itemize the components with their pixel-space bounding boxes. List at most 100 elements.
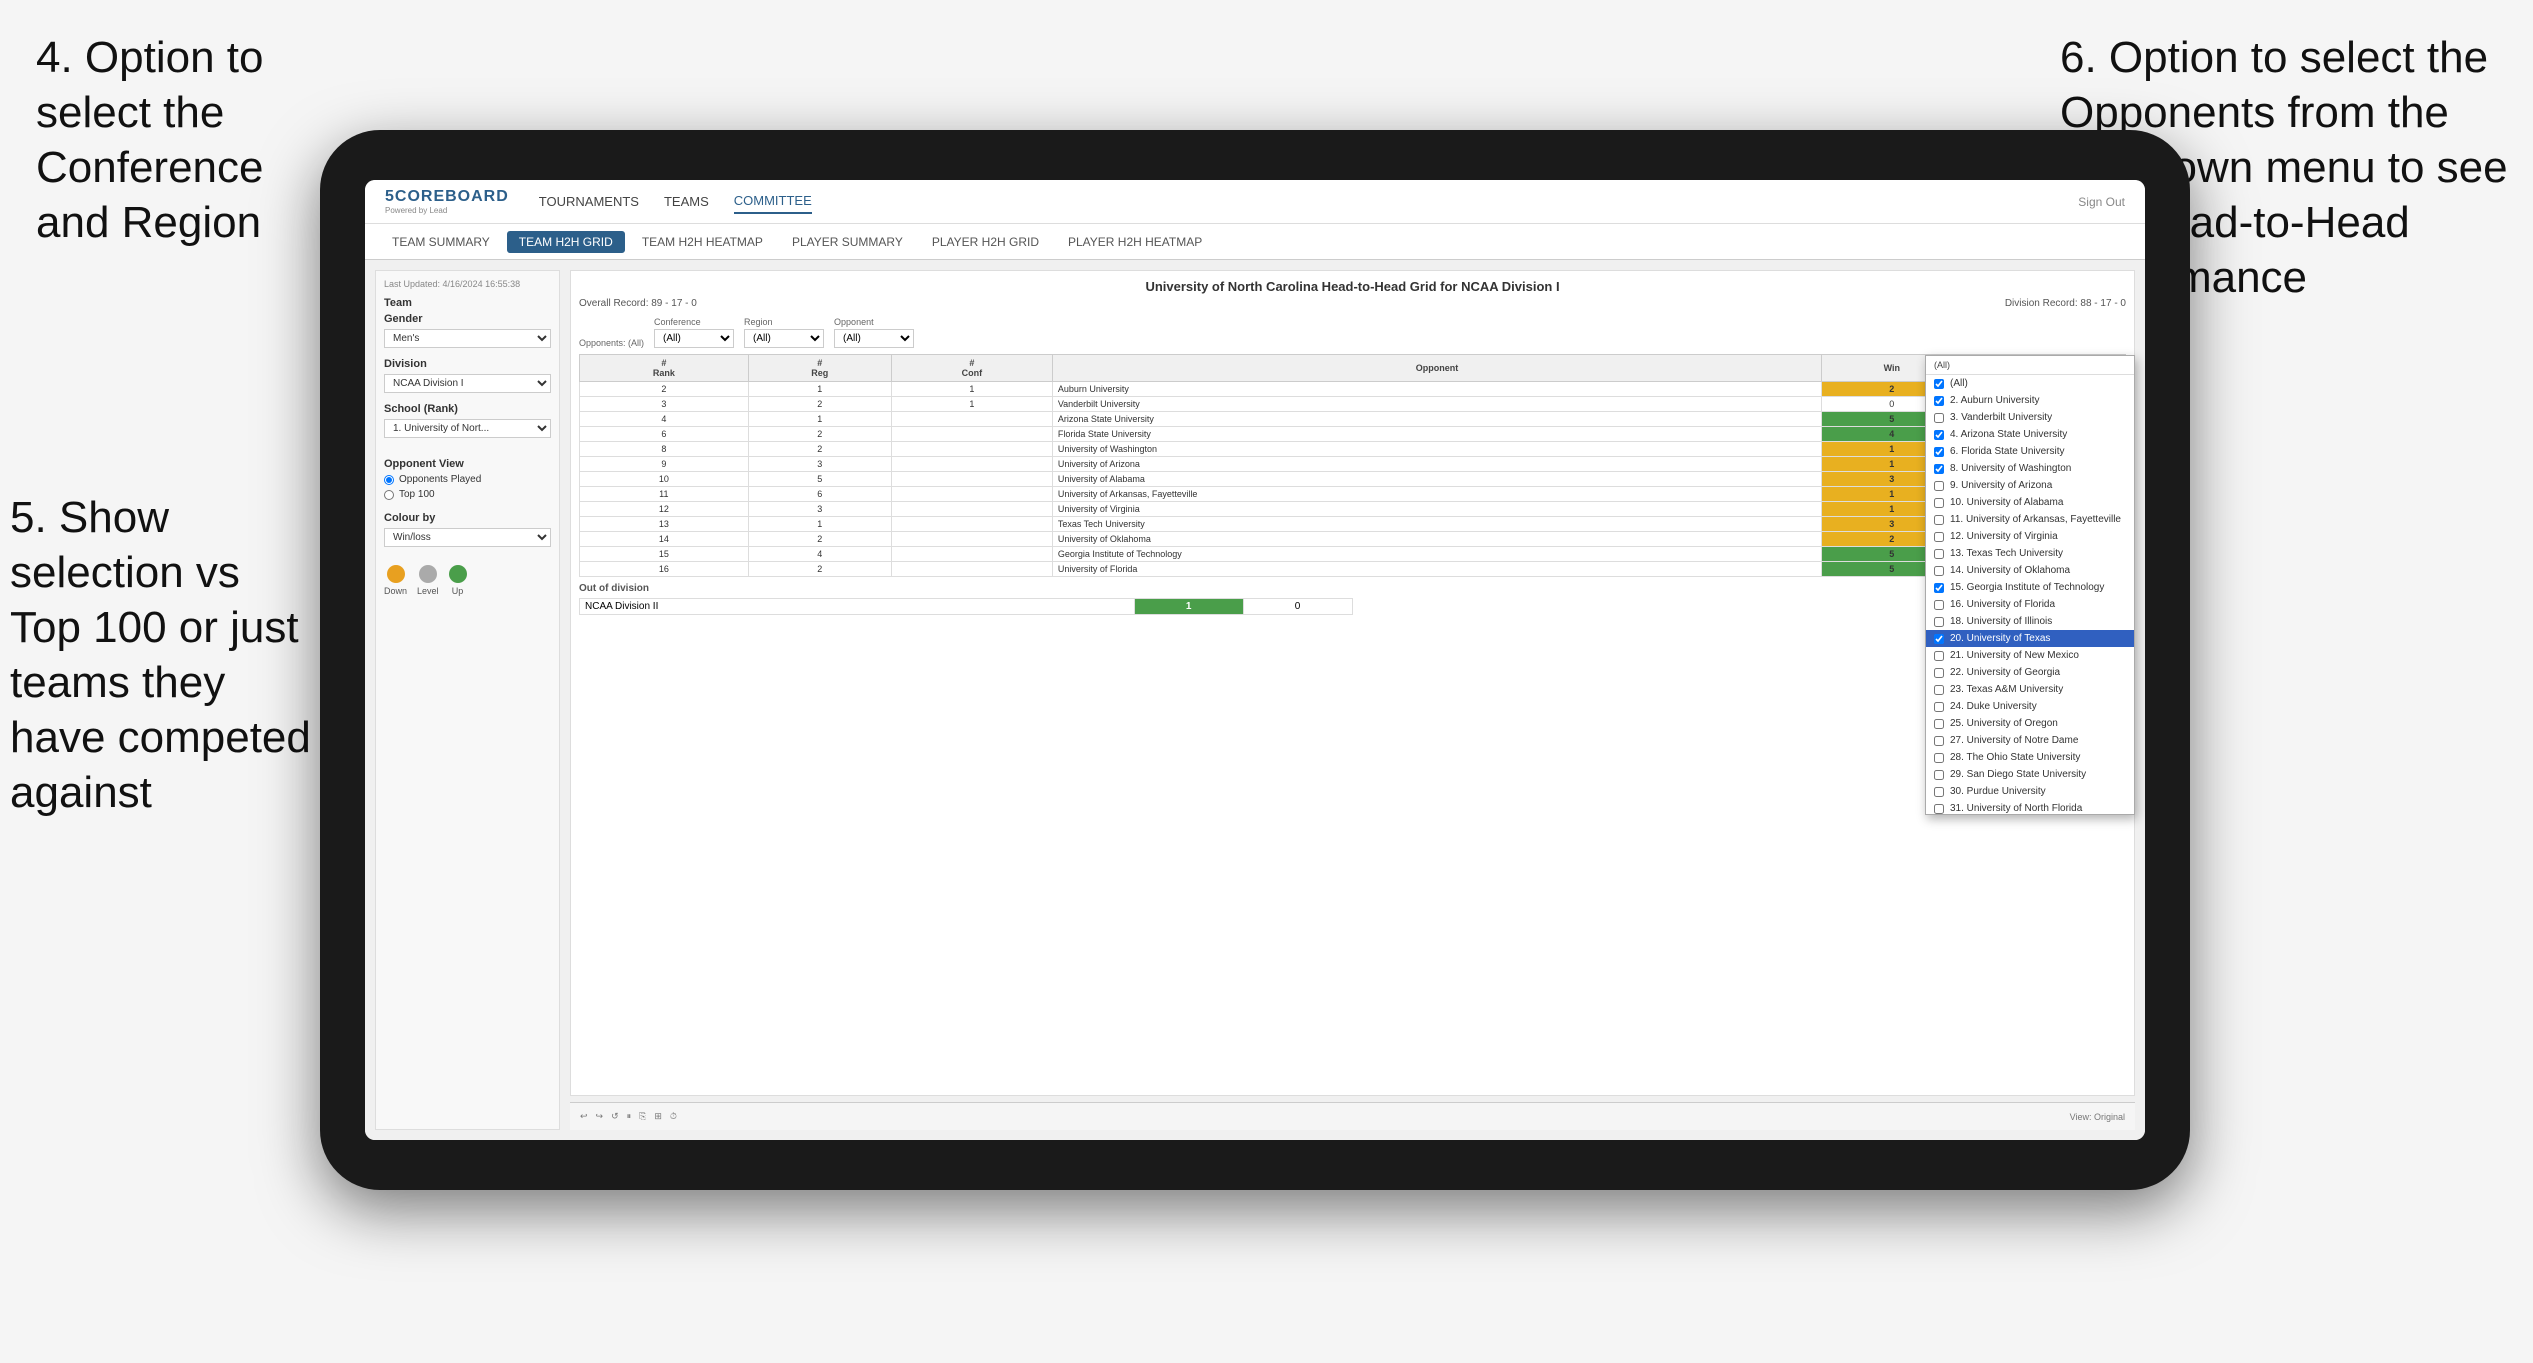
division-select[interactable]: NCAA Division I	[384, 374, 551, 393]
dropdown-item-label-7: 10. University of Alabama	[1950, 497, 2063, 508]
dropdown-item[interactable]: 31. University of North Florida	[1926, 800, 2134, 815]
dropdown-item[interactable]: 21. University of New Mexico	[1926, 647, 2134, 664]
region-select[interactable]: (All)	[744, 329, 824, 348]
dropdown-item[interactable]: 30. Purdue University	[1926, 783, 2134, 800]
dropdown-checkbox-1[interactable]	[1934, 396, 1944, 406]
dropdown-checkbox-4[interactable]	[1934, 447, 1944, 457]
nav-committee[interactable]: COMMITTEE	[734, 189, 812, 214]
dropdown-item[interactable]: 23. Texas A&M University	[1926, 681, 2134, 698]
nav-teams[interactable]: TEAMS	[664, 190, 709, 213]
dropdown-checkbox-14[interactable]	[1934, 617, 1944, 627]
toolbar-redo[interactable]: ↪	[596, 1111, 604, 1122]
col-opponent: Opponent	[1052, 355, 1821, 382]
dropdown-item[interactable]: 15. Georgia Institute of Technology	[1926, 579, 2134, 596]
dropdown-checkbox-12[interactable]	[1934, 583, 1944, 593]
dropdown-item[interactable]: 4. Arizona State University	[1926, 426, 2134, 443]
toolbar-refresh[interactable]: ↺	[611, 1111, 619, 1122]
table-row: 8 2 University of Washington 1 0	[580, 442, 2126, 457]
dropdown-checkbox-20[interactable]	[1934, 719, 1944, 729]
conference-filter-group: Conference (All)	[654, 317, 734, 348]
opponent-select[interactable]: (All)	[834, 329, 914, 348]
dropdown-checkbox-22[interactable]	[1934, 753, 1944, 763]
opponents-filter-label: Opponents: (All)	[579, 338, 644, 348]
left-panel: Last Updated: 4/16/2024 16:55:38 Team Ge…	[375, 270, 560, 1130]
dropdown-item[interactable]: 22. University of Georgia	[1926, 664, 2134, 681]
dropdown-item[interactable]: 18. University of Illinois	[1926, 613, 2134, 630]
dropdown-item-label-17: 22. University of Georgia	[1950, 667, 2060, 678]
dropdown-checkbox-15[interactable]	[1934, 634, 1944, 644]
dropdown-item[interactable]: 8. University of Washington	[1926, 460, 2134, 477]
tab-player-h2h-grid[interactable]: PLAYER H2H GRID	[920, 231, 1051, 253]
dropdown-checkbox-19[interactable]	[1934, 702, 1944, 712]
colour-select[interactable]: Win/loss	[384, 528, 551, 547]
toolbar-layout[interactable]: ⊞	[654, 1111, 662, 1122]
dropdown-checkbox-25[interactable]	[1934, 804, 1944, 814]
dropdown-item[interactable]: (All)	[1926, 375, 2134, 392]
top-100-radio[interactable]: Top 100	[384, 489, 551, 500]
dropdown-checkbox-2[interactable]	[1934, 413, 1944, 423]
dropdown-checkbox-0[interactable]	[1934, 379, 1944, 389]
dropdown-checkbox-23[interactable]	[1934, 770, 1944, 780]
dropdown-checkbox-7[interactable]	[1934, 498, 1944, 508]
dropdown-checkbox-18[interactable]	[1934, 685, 1944, 695]
toolbar-pause[interactable]: ⏸	[627, 1111, 632, 1122]
tab-team-h2h-grid[interactable]: TEAM H2H GRID	[507, 231, 625, 253]
dropdown-item[interactable]: 27. University of Notre Dame	[1926, 732, 2134, 749]
dropdown-checkbox-24[interactable]	[1934, 787, 1944, 797]
table-row: 9 3 University of Arizona 1 0	[580, 457, 2126, 472]
dropdown-item[interactable]: 25. University of Oregon	[1926, 715, 2134, 732]
gender-select[interactable]: Men's	[384, 329, 551, 348]
dropdown-checkbox-8[interactable]	[1934, 515, 1944, 525]
dropdown-item[interactable]: 14. University of Oklahoma	[1926, 562, 2134, 579]
cell-conf	[891, 562, 1052, 577]
dropdown-item[interactable]: 2. Auburn University	[1926, 392, 2134, 409]
nav-sign-out[interactable]: Sign Out	[2078, 195, 2125, 209]
dropdown-item[interactable]: 29. San Diego State University	[1926, 766, 2134, 783]
table-row: 14 2 University of Oklahoma 2 2	[580, 532, 2126, 547]
dropdown-checkbox-5[interactable]	[1934, 464, 1944, 474]
school-select[interactable]: 1. University of Nort...	[384, 419, 551, 438]
dropdown-item-label-24: 30. Purdue University	[1950, 786, 2046, 797]
dropdown-item[interactable]: 9. University of Arizona	[1926, 477, 2134, 494]
toolbar-copy[interactable]: ⎘	[639, 1111, 646, 1122]
conference-select[interactable]: (All)	[654, 329, 734, 348]
dropdown-checkbox-16[interactable]	[1934, 651, 1944, 661]
dropdown-checkbox-17[interactable]	[1934, 668, 1944, 678]
nav-tournaments[interactable]: TOURNAMENTS	[539, 190, 639, 213]
right-area: University of North Carolina Head-to-Hea…	[570, 270, 2135, 1130]
dropdown-item[interactable]: 28. The Ohio State University	[1926, 749, 2134, 766]
dropdown-item[interactable]: 13. Texas Tech University	[1926, 545, 2134, 562]
dropdown-checkbox-6[interactable]	[1934, 481, 1944, 491]
div-name: NCAA Division II	[580, 599, 1135, 615]
dropdown-item[interactable]: 11. University of Arkansas, Fayetteville	[1926, 511, 2134, 528]
nav-links: TOURNAMENTS TEAMS COMMITTEE	[539, 189, 812, 214]
division-table: NCAA Division II 1 0	[579, 598, 1353, 615]
dropdown-item[interactable]: 24. Duke University	[1926, 698, 2134, 715]
cell-name: University of Virginia	[1052, 502, 1821, 517]
dropdown-item[interactable]: 6. Florida State University	[1926, 443, 2134, 460]
cell-name: University of Florida	[1052, 562, 1821, 577]
toolbar-clock[interactable]: ⏱	[670, 1111, 677, 1122]
dropdown-item[interactable]: 3. Vanderbilt University	[1926, 409, 2134, 426]
dropdown-checkbox-10[interactable]	[1934, 549, 1944, 559]
dropdown-checkbox-3[interactable]	[1934, 430, 1944, 440]
dropdown-item[interactable]: 12. University of Virginia	[1926, 528, 2134, 545]
toolbar-undo[interactable]: ↩	[580, 1111, 588, 1122]
cell-conf	[891, 547, 1052, 562]
dropdown-item-label-15: 20. University of Texas	[1950, 633, 2050, 644]
cell-name: Florida State University	[1052, 427, 1821, 442]
dropdown-checkbox-9[interactable]	[1934, 532, 1944, 542]
tab-team-summary[interactable]: TEAM SUMMARY	[380, 231, 502, 253]
dropdown-item[interactable]: 10. University of Alabama	[1926, 494, 2134, 511]
dropdown-checkbox-11[interactable]	[1934, 566, 1944, 576]
tab-team-h2h-heatmap[interactable]: TEAM H2H HEATMAP	[630, 231, 775, 253]
dropdown-header: (All)	[1926, 356, 2134, 375]
dropdown-checkbox-21[interactable]	[1934, 736, 1944, 746]
opponent-dropdown[interactable]: (All) (All)2. Auburn University3. Vander…	[1925, 355, 2135, 815]
dropdown-checkbox-13[interactable]	[1934, 600, 1944, 610]
dropdown-item[interactable]: 20. University of Texas	[1926, 630, 2134, 647]
tab-player-summary[interactable]: PLAYER SUMMARY	[780, 231, 915, 253]
opponents-played-radio[interactable]: Opponents Played	[384, 474, 551, 485]
dropdown-item[interactable]: 16. University of Florida	[1926, 596, 2134, 613]
tab-player-h2h-heatmap[interactable]: PLAYER H2H HEATMAP	[1056, 231, 1214, 253]
